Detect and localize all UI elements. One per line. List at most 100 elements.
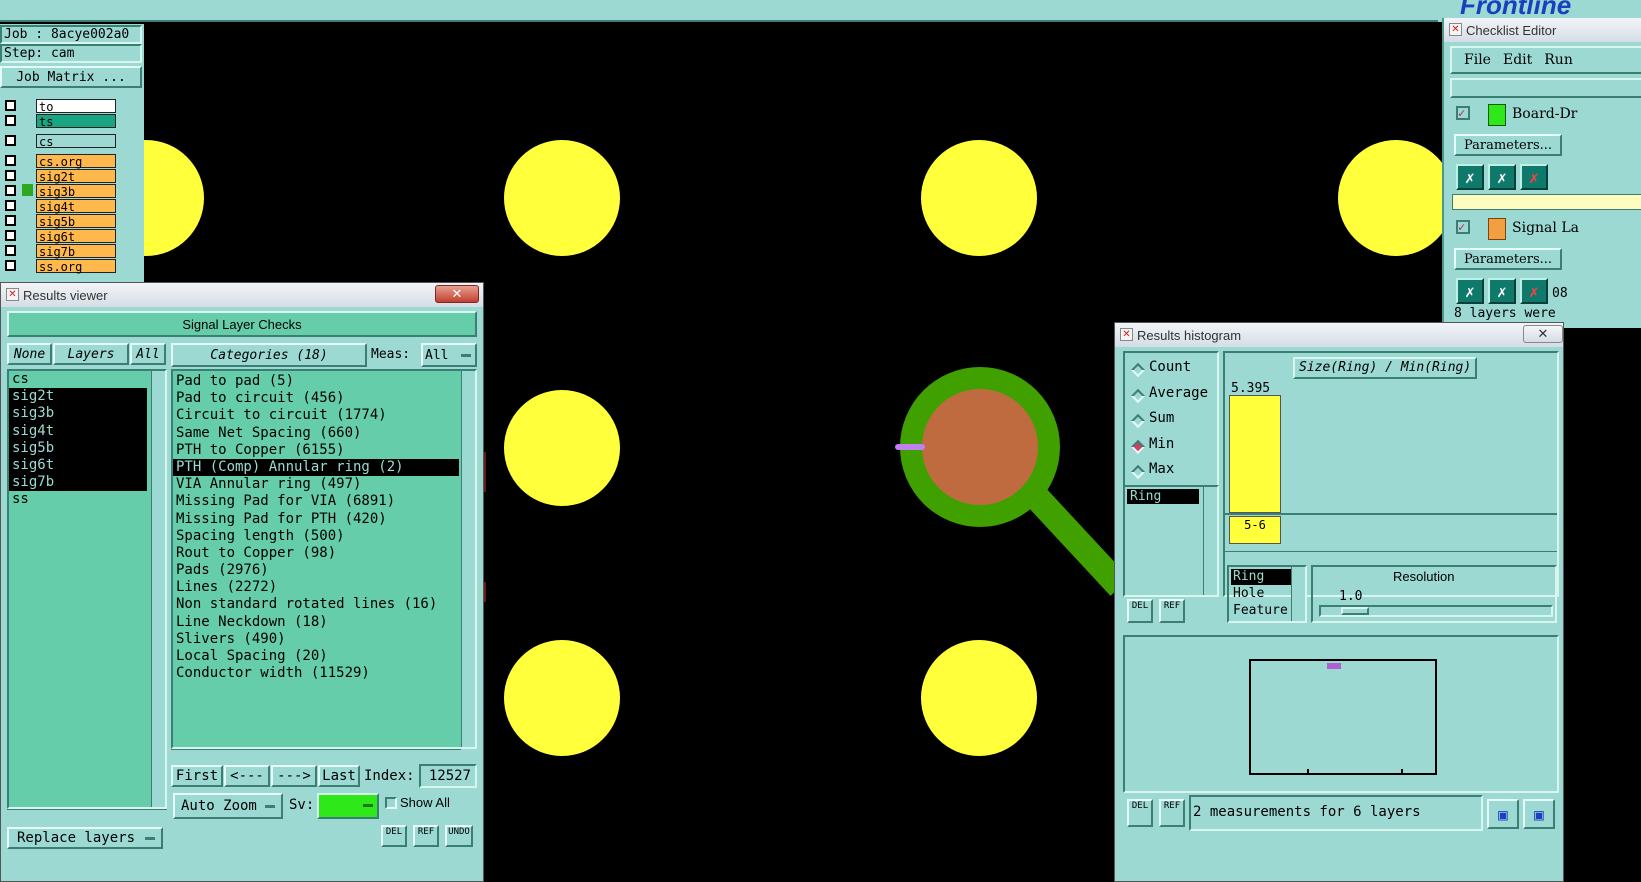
meas-select[interactable]: All — [421, 343, 477, 367]
results-layer-item[interactable]: ss — [9, 491, 147, 508]
slider-thumb[interactable] — [1341, 607, 1369, 615]
checklist-item-checkbox[interactable]: ✓ — [1456, 220, 1470, 234]
category-item[interactable]: Lines (2272) — [173, 579, 459, 596]
category-item[interactable]: Spacing length (500) — [173, 528, 459, 545]
layer-checkbox[interactable] — [5, 230, 16, 241]
results-layer-item[interactable]: sig3b — [9, 405, 147, 423]
mode-radio[interactable] — [1130, 439, 1146, 454]
category-item[interactable]: Same Net Spacing (660) — [173, 425, 459, 442]
ref-button[interactable]: REF — [413, 825, 439, 847]
type-list[interactable]: Ring Hole Feature — [1227, 565, 1307, 623]
category-item[interactable]: Pads (2976) — [173, 562, 459, 579]
type-scrollbar[interactable] — [1291, 567, 1305, 621]
replace-layers-select[interactable]: Replace layers — [7, 827, 163, 849]
category-item[interactable]: PTH (Comp) Annular ring (2) — [173, 458, 459, 477]
results-layer-item[interactable]: sig5b — [9, 439, 147, 457]
checklist-editor-titlebar[interactable]: ✕ Checklist Editor — [1444, 18, 1641, 42]
category-item[interactable]: Non standard rotated lines (16) — [173, 596, 459, 613]
layer-list-hscroll[interactable] — [7, 809, 167, 819]
index-field[interactable]: 12527 — [419, 764, 477, 788]
run-action-icon[interactable]: ✗ — [1488, 278, 1516, 304]
histogram-titlebar[interactable]: ✕ Results histogram — [1115, 323, 1563, 347]
layer-row[interactable]: sig7b — [2, 243, 116, 259]
category-item[interactable]: Conductor width (11529) — [173, 665, 459, 682]
ref-button[interactable]: REF — [1159, 799, 1185, 827]
results-viewer-titlebar[interactable]: ✕ Results viewer — [1, 283, 483, 307]
type-item[interactable]: Hole — [1231, 586, 1291, 602]
layer-row[interactable]: sig3b — [2, 183, 116, 199]
layer-row[interactable]: ts — [2, 113, 116, 129]
mode-radio[interactable] — [1130, 465, 1146, 480]
close-button[interactable]: ✕ — [435, 285, 479, 303]
category-item[interactable]: Line Neckdown (18) — [173, 614, 459, 631]
layer-row[interactable]: sig4t — [2, 198, 116, 214]
run-action-icon[interactable]: ✗ — [1488, 164, 1516, 190]
layer-list-scrollbar[interactable] — [151, 371, 165, 807]
prev-button[interactable]: <--- — [224, 765, 270, 787]
menu-run[interactable]: Run — [1544, 52, 1573, 68]
layer-checkbox[interactable] — [5, 115, 16, 126]
category-item[interactable]: Missing Pad for VIA (6891) — [173, 493, 459, 510]
print-icon[interactable]: ▣ — [1523, 799, 1555, 829]
menu-file[interactable]: File — [1464, 52, 1491, 68]
layer-row[interactable]: sig2t — [2, 168, 116, 184]
categories-hscroll[interactable] — [171, 749, 461, 761]
categories-list[interactable]: Pad to pad (5) Pad to circuit (456) Circui… — [171, 369, 477, 749]
none-button[interactable]: None — [7, 343, 52, 365]
type-item[interactable]: Ring — [1231, 569, 1291, 585]
layer-row[interactable]: ss.org — [2, 258, 116, 274]
categories-button[interactable]: Categories (18) — [171, 343, 367, 367]
results-layer-item[interactable]: sig4t — [9, 422, 147, 440]
preview-frame[interactable] — [1249, 659, 1437, 775]
layer-checkbox[interactable] — [5, 200, 16, 211]
parameters-button[interactable]: Parameters... — [1454, 134, 1562, 156]
del-button[interactable]: DEL — [1127, 599, 1153, 623]
layer-checkbox[interactable] — [5, 260, 16, 271]
all-button[interactable]: All — [130, 343, 166, 365]
measure-item[interactable]: Ring — [1127, 489, 1199, 504]
category-item[interactable]: PTH to Copper (6155) — [173, 442, 459, 459]
category-item[interactable]: Pad to pad (5) — [173, 373, 459, 390]
category-item[interactable]: Rout to Copper (98) — [173, 545, 459, 562]
show-all-checkbox[interactable] — [385, 797, 397, 809]
category-item[interactable]: Slivers (490) — [173, 631, 459, 648]
results-layer-item[interactable]: cs — [9, 371, 147, 388]
ref-button[interactable]: REF — [1159, 599, 1185, 623]
type-item[interactable]: Feature — [1231, 603, 1291, 619]
run-action-icon[interactable]: ✗ — [1520, 278, 1548, 304]
layer-row[interactable]: sig5b — [2, 213, 116, 229]
layers-button[interactable]: Layers — [53, 343, 129, 365]
results-layer-item[interactable]: sig6t — [9, 456, 147, 475]
layer-row[interactable]: cs.org — [2, 153, 116, 169]
first-button[interactable]: First — [171, 765, 223, 787]
del-button[interactable]: DEL — [381, 825, 407, 847]
measure-scrollbar[interactable] — [1203, 487, 1217, 595]
mode-radio[interactable] — [1130, 362, 1146, 378]
mode-radio[interactable] — [1130, 414, 1146, 429]
run-action-icon[interactable]: ✗ — [1456, 164, 1484, 190]
run-action-icon[interactable]: ✗ — [1456, 278, 1484, 304]
mode-radio[interactable] — [1130, 388, 1146, 403]
parameters-button[interactable]: Parameters... — [1454, 248, 1562, 270]
undo-button[interactable]: UNDO — [445, 825, 473, 847]
close-button[interactable]: ✕ — [1523, 325, 1563, 343]
job-matrix-button[interactable]: Job Matrix ... — [0, 66, 142, 88]
layer-checkbox[interactable] — [5, 170, 16, 181]
auto-zoom-button[interactable]: Auto Zoom — [173, 793, 283, 819]
next-button[interactable]: ---> — [271, 765, 317, 787]
menu-edit[interactable]: Edit — [1503, 52, 1532, 68]
results-layer-list[interactable]: cs sig2t sig3b sig4t sig5b sig6t sig7b ss — [7, 369, 167, 809]
category-item[interactable]: Local Spacing (20) — [173, 648, 459, 665]
layer-row[interactable]: sig6t — [2, 228, 116, 244]
layer-checkbox[interactable] — [5, 185, 16, 196]
layer-checkbox[interactable] — [5, 155, 16, 166]
layer-row[interactable]: to — [2, 98, 116, 114]
del-button[interactable]: DEL — [1127, 799, 1153, 827]
chart-hscroll[interactable] — [1225, 551, 1557, 561]
category-item[interactable]: Pad to circuit (456) — [173, 390, 459, 407]
checklist-item-checkbox[interactable]: ✓ — [1456, 106, 1470, 120]
histogram-bar[interactable] — [1229, 395, 1281, 513]
layer-checkbox[interactable] — [5, 245, 16, 256]
export-icon[interactable]: ▣ — [1487, 799, 1519, 829]
layer-row[interactable]: cs — [2, 133, 116, 149]
